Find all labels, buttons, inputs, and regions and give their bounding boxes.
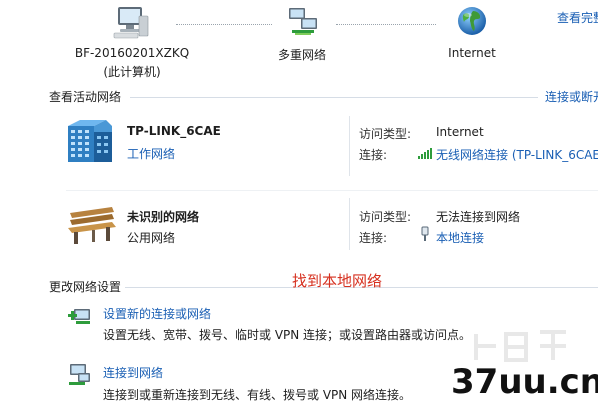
- network-card-1: TP-LINK_6CAE 工作网络 访问类型: Internet 连接: 无线网…: [0, 110, 598, 190]
- wireless-signal-icon: [418, 147, 432, 159]
- connect-to-network-description: 连接到或重新连接到无线、有线、拨号或 VPN 网络连接。: [103, 388, 412, 402]
- network-1-access-value: Internet: [436, 125, 484, 139]
- connect-to-network-link[interactable]: 连接到网络: [103, 364, 163, 381]
- computer-icon[interactable]: [112, 4, 150, 40]
- computer-name: BF-20160201XZKQ: [74, 46, 190, 60]
- network-map: BF-20160201XZKQ (此计算机) 多重网络 Internet 查看完: [0, 0, 598, 85]
- multiple-networks-label: 多重网络: [277, 48, 326, 62]
- park-bench-icon[interactable]: [66, 203, 118, 247]
- watermark-text: 37uu.cn: [451, 362, 598, 402]
- network-divider: [66, 190, 598, 191]
- ethernet-plug-icon: [420, 226, 430, 242]
- computer-subtitle: (此计算机): [103, 65, 161, 79]
- network-1-connection-link[interactable]: 无线网络连接 (TP-LINK_6CAE): [436, 146, 598, 163]
- globe-icon[interactable]: [456, 5, 488, 37]
- network-2-access-value: 无法连接到网络: [436, 210, 521, 224]
- setup-new-connection-link[interactable]: 设置新的连接或网络: [103, 305, 211, 322]
- section-divider: [130, 97, 538, 98]
- map-connector: [336, 24, 436, 25]
- annotation-text: 找到本地网络: [292, 272, 383, 290]
- view-full-map-link[interactable]: 查看完整: [557, 9, 598, 26]
- multiple-networks-icon[interactable]: [286, 6, 320, 38]
- connect-to-network-icon[interactable]: [66, 361, 92, 387]
- column-divider: [349, 198, 350, 250]
- setup-new-connection-description: 设置无线、宽带、拨号、临时或 VPN 连接；或设置路由器或访问点。: [103, 328, 472, 342]
- network-2-connection-link[interactable]: 本地连接: [436, 229, 484, 246]
- internet-label: Internet: [448, 46, 496, 60]
- new-connection-icon[interactable]: [66, 303, 92, 329]
- network-2-access-label: 访问类型:: [359, 210, 412, 224]
- watermark-logo: [470, 326, 580, 366]
- network-2-connection-label: 连接:: [359, 231, 388, 245]
- network-2-type: 公用网络: [127, 231, 176, 245]
- connect-or-disconnect-link[interactable]: 连接或断开: [545, 88, 598, 105]
- map-connector: [176, 24, 272, 25]
- work-network-building-icon[interactable]: [64, 116, 116, 164]
- network-card-2: 未识别的网络 公用网络 访问类型: 无法连接到网络 连接: 本地连接: [0, 196, 598, 266]
- network-1-connection-label: 连接:: [359, 148, 388, 162]
- change-settings-title: 更改网络设置: [49, 280, 122, 294]
- network-1-type-link[interactable]: 工作网络: [127, 145, 175, 162]
- column-divider: [349, 116, 350, 176]
- network-2-name: 未识别的网络: [127, 210, 200, 224]
- active-networks-title: 查看活动网络: [49, 90, 122, 104]
- network-1-access-label: 访问类型:: [359, 127, 412, 141]
- network-1-name: TP-LINK_6CAE: [127, 124, 221, 138]
